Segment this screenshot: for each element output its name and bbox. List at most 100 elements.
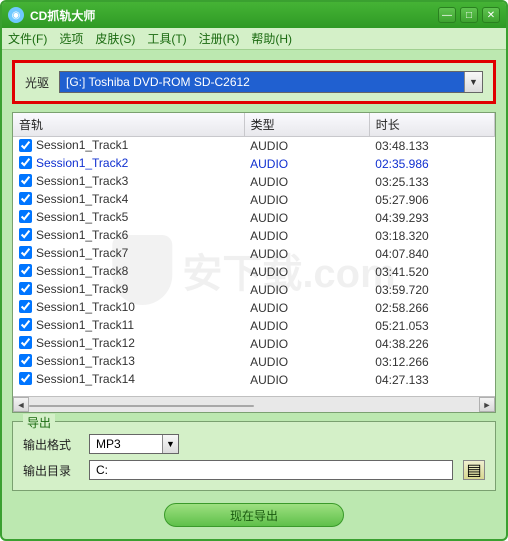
- track-type: AUDIO: [244, 263, 369, 281]
- close-button[interactable]: ✕: [482, 7, 500, 23]
- format-value: MP3: [90, 437, 162, 451]
- menu-register[interactable]: 注册(R): [199, 30, 240, 47]
- track-checkbox[interactable]: [19, 246, 32, 259]
- table-row[interactable]: Session1_Track11 AUDIO05:21.053: [13, 317, 495, 335]
- table-row[interactable]: Session1_Track5AUDIO04:39.293: [13, 209, 495, 227]
- track-type: AUDIO: [244, 137, 369, 155]
- track-name: Session1_Track12: [36, 336, 135, 350]
- content-area: 光驱 [G:] Toshiba DVD-ROM SD-C2612 ▼ 安下载.c…: [2, 50, 506, 539]
- format-dropdown[interactable]: MP3 ▼: [89, 434, 179, 454]
- track-name: Session1_Track10: [36, 300, 135, 314]
- track-duration: 02:35.986: [369, 155, 494, 173]
- track-type: AUDIO: [244, 317, 369, 335]
- table-row[interactable]: Session1_Track6 AUDIO03:18.320: [13, 227, 495, 245]
- track-checkbox[interactable]: [19, 139, 32, 152]
- menubar: 文件(F) 选项 皮肤(S) 工具(T) 注册(R) 帮助(H): [2, 28, 506, 50]
- track-name: Session1_Track8: [36, 264, 128, 278]
- table-row[interactable]: Session1_Track14 AUDIO04:27.133: [13, 371, 495, 389]
- export-group-label: 导出: [23, 414, 55, 431]
- table-row[interactable]: Session1_Track13AUDIO03:12.266: [13, 353, 495, 371]
- track-table: 音轨 类型 时长 Session1_Track1AUDIO03:48.133Se…: [13, 113, 495, 389]
- menu-options[interactable]: 选项: [59, 30, 83, 47]
- track-type: AUDIO: [244, 173, 369, 191]
- table-header-row: 音轨 类型 时长: [13, 113, 495, 137]
- export-groupbox: 导出 输出格式 MP3 ▼ 输出目录 ▤: [12, 421, 496, 491]
- track-name: Session1_Track6: [36, 228, 128, 242]
- window-title: CD抓轨大师: [30, 7, 438, 24]
- app-window: ◉ CD抓轨大师 — □ ✕ 文件(F) 选项 皮肤(S) 工具(T) 注册(R…: [0, 0, 508, 541]
- track-duration: 03:18.320: [369, 227, 494, 245]
- output-dir-input[interactable]: [89, 460, 453, 480]
- track-checkbox[interactable]: [19, 156, 32, 169]
- track-checkbox[interactable]: [19, 228, 32, 241]
- track-checkbox[interactable]: [19, 300, 32, 313]
- table-row[interactable]: Session1_Track2AUDIO02:35.986: [13, 155, 495, 173]
- track-type: AUDIO: [244, 353, 369, 371]
- track-checkbox[interactable]: [19, 318, 32, 331]
- track-name: Session1_Track11: [36, 318, 134, 332]
- track-checkbox[interactable]: [19, 372, 32, 385]
- track-name: Session1_Track14: [36, 372, 135, 386]
- chevron-down-icon[interactable]: ▼: [464, 72, 482, 92]
- drive-dropdown[interactable]: [G:] Toshiba DVD-ROM SD-C2612 ▼: [59, 71, 483, 93]
- chevron-down-icon[interactable]: ▼: [162, 435, 178, 453]
- track-name: Session1_Track1: [36, 138, 128, 152]
- track-duration: 03:41.520: [369, 263, 494, 281]
- track-name: Session1_Track3: [36, 174, 128, 188]
- table-row[interactable]: Session1_Track8 AUDIO03:41.520: [13, 263, 495, 281]
- column-header-duration[interactable]: 时长: [369, 113, 494, 137]
- track-name: Session1_Track2: [36, 156, 128, 170]
- menu-tools[interactable]: 工具(T): [147, 30, 186, 47]
- track-duration: 04:27.133: [369, 371, 494, 389]
- tracks-panel: 安下载.com 音轨 类型 时长 Session1_Track1AUDIO03:…: [12, 112, 496, 413]
- menu-skin[interactable]: 皮肤(S): [95, 30, 135, 47]
- format-label: 输出格式: [23, 436, 79, 453]
- track-duration: 05:21.053: [369, 317, 494, 335]
- table-row[interactable]: Session1_Track3 AUDIO03:25.133: [13, 173, 495, 191]
- table-row[interactable]: Session1_Track9AUDIO03:59.720: [13, 281, 495, 299]
- scroll-left-icon[interactable]: ◄: [13, 397, 29, 412]
- track-name: Session1_Track7: [36, 246, 128, 260]
- track-checkbox[interactable]: [19, 264, 32, 277]
- track-type: AUDIO: [244, 191, 369, 209]
- track-checkbox[interactable]: [19, 336, 32, 349]
- track-name: Session1_Track5: [36, 210, 128, 224]
- menu-help[interactable]: 帮助(H): [251, 30, 292, 47]
- track-checkbox[interactable]: [19, 282, 32, 295]
- track-name: Session1_Track9: [36, 282, 128, 296]
- track-checkbox[interactable]: [19, 354, 32, 367]
- track-checkbox[interactable]: [19, 174, 32, 187]
- scroll-right-icon[interactable]: ►: [479, 397, 495, 412]
- track-checkbox[interactable]: [19, 192, 32, 205]
- browse-button[interactable]: ▤: [463, 460, 485, 480]
- track-duration: 04:07.840: [369, 245, 494, 263]
- minimize-button[interactable]: —: [438, 7, 456, 23]
- column-header-type[interactable]: 类型: [244, 113, 369, 137]
- track-checkbox[interactable]: [19, 210, 32, 223]
- track-type: AUDIO: [244, 371, 369, 389]
- track-duration: 03:12.266: [369, 353, 494, 371]
- track-duration: 03:48.133: [369, 137, 494, 155]
- track-duration: 03:25.133: [369, 173, 494, 191]
- track-type: AUDIO: [244, 227, 369, 245]
- track-type: AUDIO: [244, 335, 369, 353]
- table-row[interactable]: Session1_Track12 AUDIO04:38.226: [13, 335, 495, 353]
- table-row[interactable]: Session1_Track10AUDIO02:58.266: [13, 299, 495, 317]
- track-duration: 05:27.906: [369, 191, 494, 209]
- column-header-name[interactable]: 音轨: [13, 113, 244, 137]
- export-now-button[interactable]: 现在导出: [164, 503, 344, 527]
- titlebar: ◉ CD抓轨大师 — □ ✕: [2, 2, 506, 28]
- table-row[interactable]: Session1_Track1 AUDIO03:48.133: [13, 137, 495, 155]
- track-duration: 04:39.293: [369, 209, 494, 227]
- track-duration: 04:38.226: [369, 335, 494, 353]
- scrollbar-thumb[interactable]: [29, 405, 254, 407]
- drive-label: 光驱: [25, 74, 49, 91]
- track-duration: 03:59.720: [369, 281, 494, 299]
- drive-selected-value: [G:] Toshiba DVD-ROM SD-C2612: [60, 72, 464, 92]
- menu-file[interactable]: 文件(F): [8, 30, 47, 47]
- track-duration: 02:58.266: [369, 299, 494, 317]
- table-row[interactable]: Session1_Track4AUDIO05:27.906: [13, 191, 495, 209]
- table-row[interactable]: Session1_Track7AUDIO04:07.840: [13, 245, 495, 263]
- horizontal-scrollbar[interactable]: ◄ ►: [13, 396, 495, 412]
- maximize-button[interactable]: □: [460, 7, 478, 23]
